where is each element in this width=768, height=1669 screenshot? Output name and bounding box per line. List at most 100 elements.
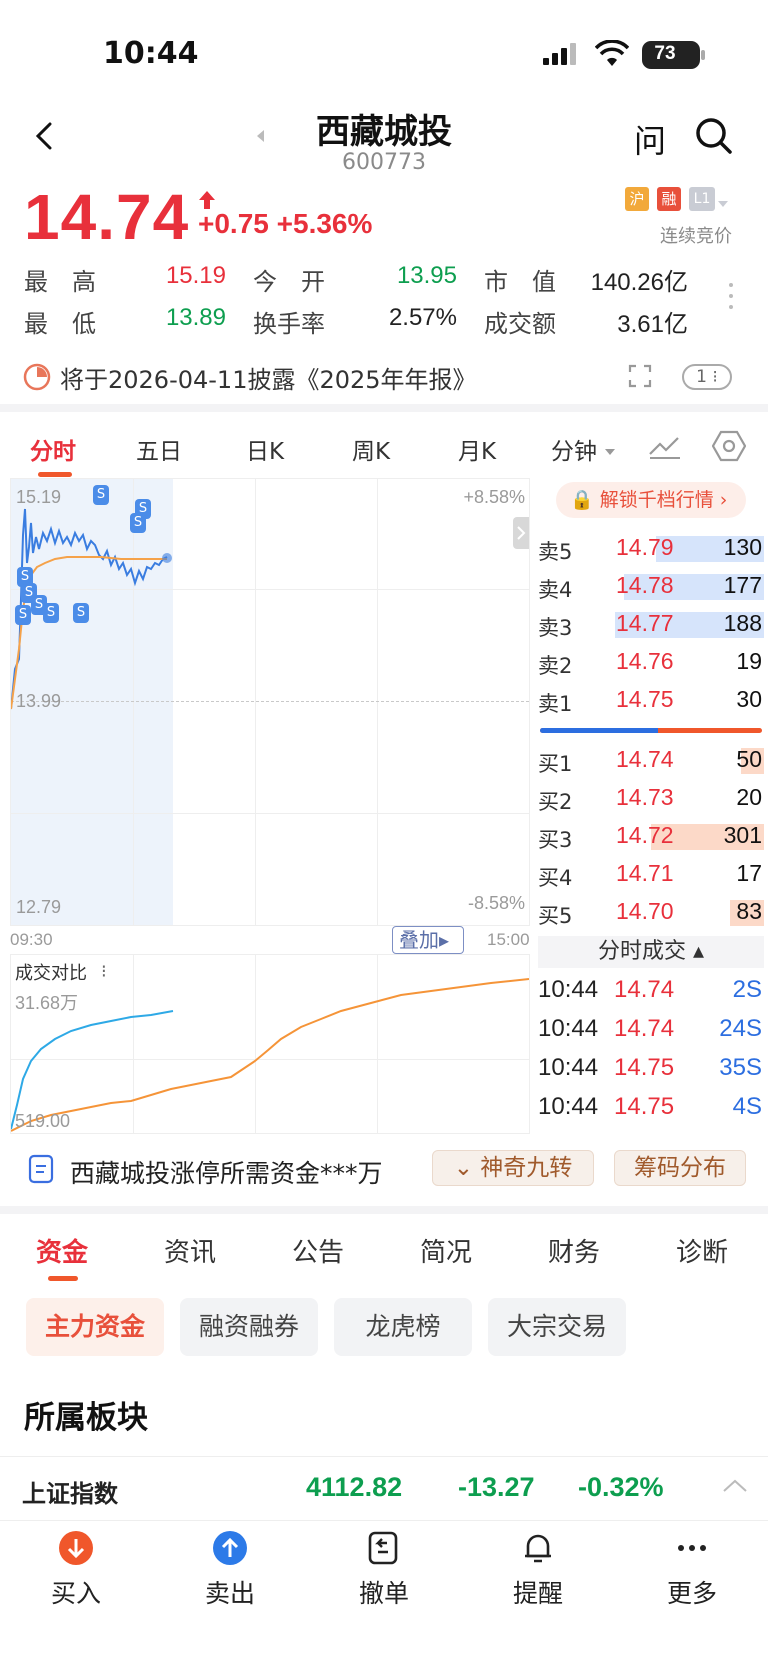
bid-row[interactable]: 买3 14.72 301 <box>538 818 764 856</box>
nav-alert[interactable]: 提醒 <box>488 1530 588 1610</box>
sector-divider <box>0 1456 768 1457</box>
intraday-chart[interactable]: 15.19 13.99 12.79 +8.58% -8.58% S S S S … <box>10 478 530 926</box>
nav-sell-label: 卖出 <box>204 1579 255 1608</box>
volume-menu-icon[interactable]: ⁝ <box>101 961 107 982</box>
s-marker-text: S <box>46 605 56 620</box>
ticks-header[interactable]: 分时成交 ▴ <box>538 936 764 968</box>
chevron-up-icon[interactable] <box>722 1478 748 1494</box>
ask-row[interactable]: 卖5 14.79 130 <box>538 530 764 568</box>
limit-up-funds[interactable]: 西藏城投涨停所需资金***万 <box>70 1154 383 1190</box>
s-marker[interactable]: S <box>93 485 109 505</box>
ask-row[interactable]: 卖2 14.76 19 <box>538 644 764 682</box>
screenshot-icon[interactable] <box>626 362 654 390</box>
s-marker-text: S <box>76 605 86 620</box>
unlock-label: 解锁千档行情 <box>599 489 714 511</box>
minute-dropdown-icon[interactable] <box>604 442 616 455</box>
settings-icon[interactable] <box>711 430 747 462</box>
tick-volume: 4S <box>732 1093 762 1120</box>
index-row[interactable]: 上证指数 4112.82 -13.27 -0.32% <box>0 1458 768 1518</box>
change-value: +0.75 <box>198 208 269 239</box>
current-price: 14.74 <box>24 181 190 253</box>
wifi-icon <box>594 39 630 68</box>
unlock-depth-button[interactable]: 🔒 解锁千档行情 › <box>556 482 746 518</box>
chip-main-funds[interactable]: 主力资金 <box>26 1298 164 1356</box>
stat-label-high: 最 高 <box>24 268 96 296</box>
s-marker[interactable]: S <box>15 605 31 625</box>
time-end: 15:00 <box>487 930 530 949</box>
report-icon <box>22 362 52 392</box>
nav-buy[interactable]: 买入 <box>26 1530 126 1610</box>
chart-expand-handle[interactable] <box>513 517 529 549</box>
s-marker[interactable]: S <box>73 603 89 623</box>
tab-intraday[interactable]: 分时 <box>30 432 76 466</box>
s-marker-text: S <box>133 515 143 530</box>
ask-row[interactable]: 卖3 14.77 188 <box>538 606 764 644</box>
overlay-button[interactable]: 叠加▸ <box>392 926 464 954</box>
stat-value-open: 13.95 <box>396 262 457 289</box>
chip-distribution-button[interactable]: 筹码分布 <box>614 1150 746 1186</box>
level-dropdown-icon[interactable] <box>717 194 729 207</box>
s-marker[interactable]: S <box>43 603 59 623</box>
bell-icon <box>525 1534 551 1563</box>
tick-row: 10:44 14.75 35S <box>538 1054 764 1092</box>
ask-button[interactable]: 问 <box>634 116 666 162</box>
tab-weekly-k[interactable]: 周K <box>352 432 390 466</box>
report-notice[interactable]: 将于2026-04-11披露《2025年年报》 <box>60 360 477 395</box>
bid-row[interactable]: 买4 14.71 17 <box>538 856 764 894</box>
more-stats-icon[interactable] <box>728 282 734 310</box>
tab-news[interactable]: 资讯 <box>164 1232 216 1269</box>
bid-row[interactable]: 买2 14.73 20 <box>538 780 764 818</box>
tick-time: 10:44 <box>538 1054 599 1081</box>
chip-dragon-tiger[interactable]: 龙虎榜 <box>334 1298 472 1356</box>
ask-label: 卖3 <box>538 616 573 640</box>
stat-value-mktcap: 140.26亿 <box>590 269 688 296</box>
stat-label-mktcap: 市 值 <box>484 268 556 296</box>
ask-volume: 30 <box>736 686 762 712</box>
ask-price: 14.77 <box>616 610 674 636</box>
magic-nine-button[interactable]: ⌄ 神奇九转 <box>432 1150 594 1186</box>
buy-icon <box>59 1531 93 1565</box>
tick-price: 14.75 <box>614 1093 675 1120</box>
nav-cancel[interactable]: 撤单 <box>334 1530 434 1610</box>
stat-label-low: 最 低 <box>24 310 96 338</box>
up-arrow-icon <box>198 190 216 210</box>
level-badge[interactable]: L1 <box>689 187 715 211</box>
chip-margin[interactable]: 融资融券 <box>180 1298 318 1356</box>
tab-funds[interactable]: 资金 <box>36 1232 88 1269</box>
notice-count-badge[interactable]: 1 ⁝ <box>682 364 732 390</box>
nav-sell[interactable]: 卖出 <box>180 1530 280 1610</box>
y-axis-min: 12.79 <box>16 897 62 917</box>
tab-finance[interactable]: 财务 <box>548 1232 600 1269</box>
s-marker-text: S <box>18 607 28 622</box>
ask-row[interactable]: 卖1 14.75 30 <box>538 682 764 720</box>
buy-sell-ratio-bar <box>540 728 762 733</box>
battery-icon: 73 <box>642 41 705 69</box>
y-axis-max: 15.19 <box>16 487 62 507</box>
tab-monthly-k[interactable]: 月K <box>458 432 496 466</box>
chip-block-trade[interactable]: 大宗交易 <box>488 1298 626 1356</box>
bid-row[interactable]: 买1 14.74 50 <box>538 742 764 780</box>
tab-diagnosis[interactable]: 诊断 <box>676 1232 728 1269</box>
tab-announcements[interactable]: 公告 <box>292 1232 344 1269</box>
tab-5day[interactable]: 五日 <box>136 432 182 466</box>
volume-min: 519.00 <box>15 1111 71 1131</box>
tab-daily-k[interactable]: 日K <box>246 432 284 466</box>
volume-chart[interactable]: 成交对比 ⁝ 31.68万 519.00 <box>10 954 530 1134</box>
s-marker[interactable]: S <box>130 513 146 533</box>
search-icon[interactable] <box>694 116 734 156</box>
lock-icon: 🔒 <box>570 489 594 511</box>
indicator-icon[interactable] <box>648 432 682 460</box>
signal-icon <box>541 42 581 66</box>
volume-max: 31.68万 <box>15 993 79 1013</box>
tab-profile[interactable]: 简况 <box>420 1232 472 1269</box>
tab-minute[interactable]: 分钟 <box>551 432 597 466</box>
nav-alert-label: 提醒 <box>512 1579 563 1608</box>
pct-axis-min: -8.58% <box>467 893 525 913</box>
ask-volume: 19 <box>736 648 762 674</box>
bid-row[interactable]: 买5 14.70 83 <box>538 894 764 932</box>
nav-more[interactable]: 更多 <box>642 1530 742 1610</box>
stat-label-turnover: 换手率 <box>253 310 325 338</box>
tick-volume: 2S <box>732 976 762 1003</box>
doc-icon <box>28 1154 56 1184</box>
ask-row[interactable]: 卖4 14.78 177 <box>538 568 764 606</box>
